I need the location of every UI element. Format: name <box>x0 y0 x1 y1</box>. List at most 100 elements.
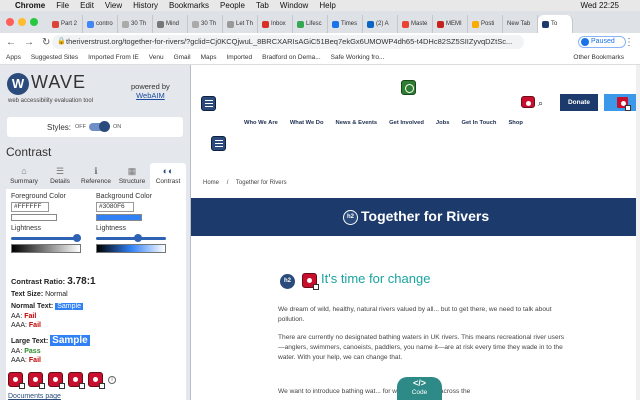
bookmark-item[interactable]: Suggested Sites <box>31 54 78 61</box>
powered-by: powered by WebAIM <box>131 82 170 100</box>
menu-file[interactable]: File <box>56 1 69 10</box>
nav-jobs[interactable]: Jobs <box>436 120 450 126</box>
search-icon[interactable]: ⌕ <box>538 98 543 109</box>
bookmark-item[interactable]: Safe Working fro... <box>331 54 385 61</box>
page-banner: h2 Together for Rivers <box>191 198 640 236</box>
browser-tab[interactable]: Let Th <box>223 15 258 33</box>
bookmark-item[interactable]: Imported From IE <box>88 54 139 61</box>
browser-tab[interactable]: 30 Th <box>118 15 153 33</box>
profile-button[interactable]: Paused <box>578 36 626 48</box>
contrast-errors-row: i <box>8 372 116 389</box>
webaim-link[interactable]: WebAIM <box>131 91 170 100</box>
nav-news-events[interactable]: News & Events <box>336 120 378 126</box>
nav-shop[interactable]: Shop <box>508 120 523 126</box>
menu-window[interactable]: Window <box>280 1 308 10</box>
background-gradient <box>96 244 166 253</box>
browser-tab-active[interactable]: To <box>538 15 573 33</box>
browser-tab[interactable]: (2) A <box>363 15 398 33</box>
tab-structure[interactable]: ▦ Structure <box>114 163 150 189</box>
bookmark-item[interactable]: Maps <box>201 54 217 61</box>
breadcrumb-home[interactable]: Home <box>203 180 219 186</box>
foreground-lightness-slider[interactable] <box>11 234 89 242</box>
browser-tab[interactable]: Posti <box>468 15 503 33</box>
url-field[interactable]: 🔒 theriverstrust.org/together-for-rivers… <box>52 35 524 49</box>
browser-tab[interactable]: contro <box>83 15 118 33</box>
contrast-error-icon[interactable] <box>68 372 85 389</box>
documents-link[interactable]: Documents page <box>8 393 61 400</box>
zoom-window-button[interactable] <box>30 18 38 26</box>
foreground-swatch <box>11 214 57 221</box>
normal-aaa-result: Fail <box>28 322 41 329</box>
menu-tab[interactable]: Tab <box>256 1 269 10</box>
tab-favicon-icon <box>192 20 199 28</box>
tab-summary[interactable]: ⌂ Summary <box>6 163 42 189</box>
menu-edit[interactable]: Edit <box>80 1 94 10</box>
menu-people[interactable]: People <box>220 1 245 10</box>
close-window-button[interactable] <box>6 18 14 26</box>
browser-tab[interactable]: New Tab <box>503 15 538 33</box>
bookmark-item[interactable]: Gmail <box>174 54 191 61</box>
nav-get-involved[interactable]: Get Involved <box>389 120 424 126</box>
wave-structure-icon[interactable] <box>211 136 226 151</box>
browser-tab[interactable]: Part 2 <box>48 15 83 33</box>
info-icon[interactable]: i <box>108 375 116 384</box>
contrast-error-icon[interactable] <box>88 372 105 389</box>
url-text: theriverstrust.org/together-for-rivers/?… <box>66 37 513 46</box>
contrast-error-icon[interactable] <box>28 372 45 389</box>
browser-tab[interactable]: Inbox <box>258 15 293 33</box>
scrollbar[interactable] <box>636 65 640 400</box>
wave-error-icon[interactable] <box>521 96 535 108</box>
browser-tab[interactable]: Lifesc <box>293 15 328 33</box>
back-icon[interactable]: ← <box>6 37 18 48</box>
wave-aria-icon[interactable] <box>401 80 416 95</box>
tab-reference[interactable]: ℹ Reference <box>78 163 114 189</box>
wave-structure-icon[interactable] <box>201 96 216 111</box>
bookmark-item[interactable]: Imported <box>226 54 252 61</box>
contrast-error-icon[interactable] <box>8 372 25 389</box>
browser-tab[interactable]: Maste <box>398 15 433 33</box>
wave-h2-badge[interactable]: h2 <box>343 210 358 225</box>
minimize-window-button[interactable] <box>18 18 26 26</box>
wave-subtitle: web accessibility evaluation tool <box>8 98 94 104</box>
donate-button[interactable]: Donate <box>560 94 598 111</box>
code-toggle-button[interactable]: </> Code <box>397 377 442 400</box>
browser-tab[interactable]: MEMI <box>433 15 468 33</box>
nav-what-we-do[interactable]: What We Do <box>290 120 324 126</box>
tab-favicon-icon <box>332 20 339 28</box>
wave-contrast-error-icon[interactable] <box>302 273 319 290</box>
bookmarks-bar: Apps Suggested Sites Imported From IE Ve… <box>0 51 640 65</box>
lock-icon[interactable]: 🔒 <box>57 35 66 49</box>
other-bookmarks[interactable]: Other Bookmarks <box>573 54 624 61</box>
list-icon: ☰ <box>55 166 65 176</box>
wave-h2-badge[interactable]: h2 <box>280 274 295 289</box>
wave-contrast-error-icon[interactable] <box>615 95 631 111</box>
tab-favicon-icon <box>227 20 234 28</box>
menu-history[interactable]: History <box>133 1 158 10</box>
menu-bookmarks[interactable]: Bookmarks <box>169 1 209 10</box>
tab-contrast[interactable]: ◐◐ Contrast <box>150 163 186 189</box>
styles-toggle[interactable] <box>89 121 111 132</box>
normal-aa-result: Fail <box>24 313 37 320</box>
bookmark-item[interactable]: Bradford on Dema... <box>262 54 321 61</box>
forward-icon[interactable]: → <box>24 37 36 48</box>
more-menu-icon[interactable]: ⋮ <box>624 37 636 48</box>
nav-who-we-are[interactable]: Who We Are <box>244 120 278 126</box>
menu-app-name[interactable]: Chrome <box>15 1 45 10</box>
browser-tab[interactable]: Times <box>328 15 363 33</box>
background-hex-input[interactable]: #3080F6 <box>96 202 134 212</box>
menu-view[interactable]: View <box>105 1 122 10</box>
nav-get-in-touch[interactable]: Get In Touch <box>461 120 496 126</box>
large-aaa-result: Fail <box>28 357 41 364</box>
bookmark-item[interactable]: Venu <box>149 54 164 61</box>
background-lightness-slider[interactable] <box>96 234 174 242</box>
tab-details[interactable]: ☰ Details <box>42 163 78 189</box>
menu-help[interactable]: Help <box>319 1 335 10</box>
bookmark-item[interactable]: Apps <box>6 54 21 61</box>
contrast-error-icon[interactable] <box>48 372 65 389</box>
address-bar-row: ← → ↻ 🔒 theriverstrust.org/together-for-… <box>0 33 640 51</box>
foreground-hex-input[interactable]: #FFFFFF <box>11 202 49 212</box>
tab-favicon-icon <box>52 20 59 28</box>
tab-favicon-icon <box>367 20 374 28</box>
browser-tab[interactable]: 30 Th <box>188 15 223 33</box>
browser-tab[interactable]: Mind <box>153 15 188 33</box>
